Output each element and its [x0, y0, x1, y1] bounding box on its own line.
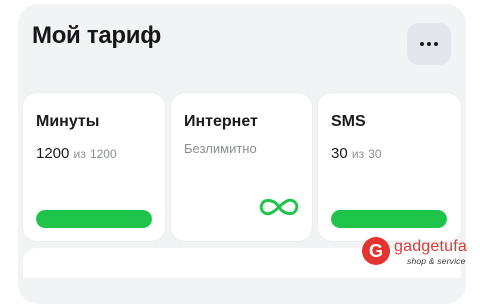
more-horizontal-icon [420, 42, 438, 46]
internet-label: Интернет [184, 113, 258, 130]
sms-current: 30 [331, 145, 348, 162]
infinity-icon [259, 198, 299, 216]
minutes-total: 1200 [89, 147, 117, 161]
watermark-logo: G gadgetufa shop & service [362, 234, 474, 270]
sms-value: 30 из 30 [331, 145, 382, 162]
minutes-card[interactable]: Минуты 1200 из 1200 [23, 93, 165, 241]
sms-progress-fill [331, 210, 447, 228]
brand-tagline: shop & service [407, 256, 466, 266]
sms-progress-bar [331, 210, 447, 228]
internet-card[interactable]: Интернет Безлимитно [171, 93, 312, 241]
minutes-label: Минуты [36, 113, 100, 130]
sms-label: SMS [331, 113, 366, 130]
sms-total: 30 [368, 147, 382, 161]
sms-card[interactable]: SMS 30 из 30 [318, 93, 461, 241]
brand-logo-icon: G [362, 237, 390, 265]
minutes-progress-bar [36, 210, 152, 228]
minutes-progress-fill [36, 210, 152, 228]
minutes-of-text: из [73, 147, 86, 161]
internet-status: Безлимитно [184, 141, 257, 156]
page-title: Мой тариф [32, 22, 161, 49]
sms-of-text: из [351, 147, 365, 161]
minutes-value: 1200 из 1200 [36, 145, 117, 162]
brand-name: gadgetufa [394, 238, 467, 255]
more-options-button[interactable] [407, 23, 451, 65]
minutes-current: 1200 [36, 145, 70, 162]
